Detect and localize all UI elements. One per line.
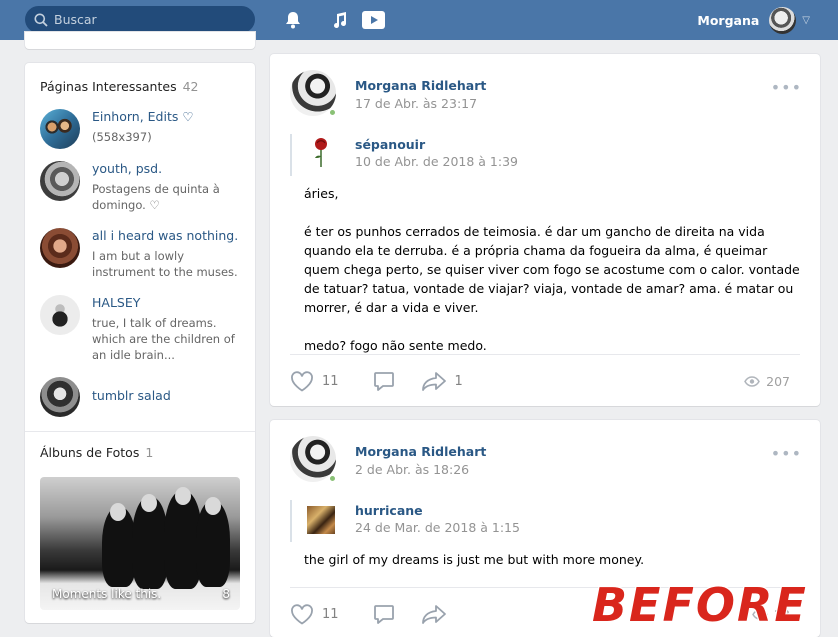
search-input[interactable] [54,12,234,27]
post-paragraph: medo? fogo não sente medo. [304,338,487,353]
album-face [141,494,157,512]
share-count: 1 [454,373,463,389]
user-menu[interactable]: Morgana ▽ [697,6,810,34]
like-count: 11 [322,606,339,622]
sidebar-card: Páginas Interessantes 42 Einhorn, Edits ♡… [25,63,255,623]
page-description: Postagens de quinta à domingo. ♡ [92,182,220,212]
avatar[interactable] [40,109,80,149]
search-icon [34,13,48,27]
list-item[interactable]: all i heard was nothing. I am but a lowl… [40,228,245,280]
views-count: 207 [766,373,790,389]
page-name[interactable]: Einhorn, Edits ♡ [92,109,194,125]
post: Morgana Ridlehart 17 de Abr. às 23:17 ••… [270,54,820,406]
avatar[interactable] [40,377,80,417]
album-caption: Moments like this. [52,587,162,601]
before-overlay-label: BEFORE [592,578,808,632]
post-paragraph: áries, [304,186,339,201]
comment-icon [373,371,394,391]
avatar[interactable] [40,161,80,201]
heart-icon [291,603,313,625]
post-paragraph: é ter os punhos cerrados de teimosia. é … [304,224,800,315]
post-date[interactable]: 17 de Abr. às 23:17 [355,96,477,111]
like-button[interactable]: 11 [290,603,339,625]
list-item[interactable]: Einhorn, Edits ♡ (558x397) [40,109,245,149]
albums-count: 1 [145,445,154,460]
divider [290,354,800,355]
albums-section-title[interactable]: Álbuns de Fotos 1 [40,445,153,460]
post-date[interactable]: 2 de Abr. às 18:26 [355,462,469,477]
list-item[interactable]: HALSEY true, I talk of dreams. which are… [40,295,245,363]
pages-title-label: Páginas Interessantes [40,79,177,94]
repost-bar [290,134,292,176]
online-indicator [328,474,337,483]
comment-button[interactable] [373,604,395,625]
page-name[interactable]: youth, psd. [92,161,245,177]
like-count: 11 [322,373,339,389]
page-name[interactable]: HALSEY [92,295,245,311]
album-thumbnail[interactable]: Moments like this. 8 [40,477,240,610]
album-face [205,497,221,515]
video-icon[interactable] [361,10,385,30]
repost-bar [290,500,292,542]
eye-icon [744,375,761,387]
like-button[interactable]: 11 [290,370,339,392]
post-author[interactable]: Morgana Ridlehart [355,444,486,459]
post-actions: 11 1 207 [290,369,810,393]
repost-date[interactable]: 10 de Abr. de 2018 à 1:39 [355,154,518,169]
post-paragraph: the girl of my dreams is just me but wit… [304,552,645,567]
online-indicator [328,108,337,117]
music-icon[interactable] [328,10,350,30]
more-icon[interactable]: ••• [771,78,802,97]
repost-avatar[interactable] [305,504,337,536]
share-icon [421,604,446,624]
divider [25,431,255,432]
album-face [110,503,126,521]
repost-author[interactable]: hurricane [355,503,423,518]
post-text: áries, é ter os punhos cerrados de teimo… [304,184,804,374]
chevron-down-icon: ▽ [802,14,810,26]
avatar[interactable] [40,295,80,335]
rose-avatar[interactable] [305,136,337,168]
album-face [175,487,191,505]
avatar[interactable] [40,228,80,268]
avatar [769,6,797,34]
list-item[interactable]: youth, psd. Postagens de quinta à doming… [40,161,245,213]
repost-date[interactable]: 24 de Mar. de 2018 à 1:15 [355,520,520,535]
page-description: (558x397) [92,130,152,144]
page-name[interactable]: all i heard was nothing. [92,228,245,244]
albums-title-label: Álbuns de Fotos [40,445,140,460]
heart-icon [291,370,313,392]
post-author[interactable]: Morgana Ridlehart [355,78,486,93]
user-name: Morgana [697,12,760,28]
page-description: true, I talk of dreams. which are the ch… [92,316,235,362]
repost-author[interactable]: sépanouir [355,137,425,152]
sidebar-top-card [25,32,255,49]
comment-button[interactable] [373,371,395,392]
bell-icon[interactable] [282,10,304,30]
share-button[interactable] [421,604,447,625]
search-box[interactable] [25,6,255,33]
page-description: I am but a lowly instrument to the muses… [92,249,238,279]
views-counter: 207 [744,374,790,389]
comment-icon [373,604,394,624]
pages-section-title[interactable]: Páginas Interessantes 42 [40,79,199,94]
share-icon [421,371,446,391]
page-name[interactable]: tumblr salad [92,388,171,404]
list-item[interactable]: tumblr salad [40,377,245,417]
share-button[interactable]: 1 [421,371,463,392]
more-icon[interactable]: ••• [771,444,802,463]
pages-count: 42 [182,79,199,94]
album-photo-count: 8 [222,587,230,601]
